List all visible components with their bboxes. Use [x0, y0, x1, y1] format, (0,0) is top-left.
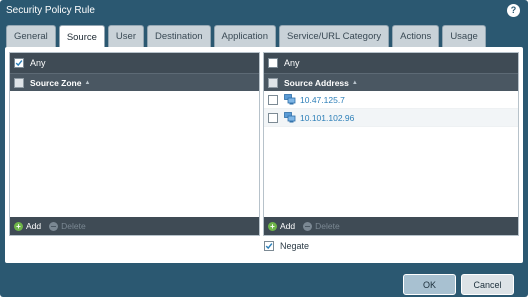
title-bar: Security Policy Rule ? [0, 0, 528, 22]
negate-label: Negate [280, 241, 310, 251]
address-object-icon [284, 112, 296, 123]
tab-actions[interactable]: Actions [392, 25, 440, 47]
help-icon[interactable]: ? [507, 4, 520, 17]
tab-source[interactable]: Source [58, 25, 105, 48]
tab-application[interactable]: Application [213, 25, 276, 47]
source-address-select-all-checkbox[interactable] [268, 77, 278, 88]
source-address-delete-label: Delete [315, 221, 340, 231]
address-link[interactable]: 10.47.125.7 [300, 95, 345, 105]
security-policy-rule-dialog: Security Policy Rule ? General Source Us… [0, 0, 528, 297]
source-zone-add-label: Add [26, 221, 42, 231]
source-zone-any-label: Any [30, 58, 46, 68]
source-zone-column-header[interactable]: Source Zone ▲ [10, 73, 259, 91]
source-address-any-row: Any [264, 53, 518, 73]
tab-service-url-category[interactable]: Service/URL Category [279, 25, 390, 47]
tab-general[interactable]: General [6, 25, 56, 47]
address-link[interactable]: 10.101.102.96 [300, 113, 354, 123]
source-address-panel: Any Source Address ▲ 10.47.125.7 10.101.… [263, 52, 519, 236]
source-zone-delete-label: Delete [61, 221, 86, 231]
source-zone-select-all-checkbox[interactable] [14, 77, 24, 88]
source-zone-footer: + Add Delete [10, 217, 259, 235]
source-address-delete-button[interactable]: Delete [303, 221, 340, 231]
negate-option: Negate [264, 241, 309, 251]
source-address-any-label: Any [284, 58, 300, 68]
tab-bar: General Source User Destination Applicat… [6, 25, 489, 48]
source-zone-any-row: Any [10, 53, 259, 73]
check-icon [15, 60, 23, 67]
source-address-add-button[interactable]: + Add [268, 221, 295, 231]
ok-button[interactable]: OK [403, 274, 456, 295]
source-zone-column-label: Source Zone [30, 77, 82, 88]
source-zone-delete-button[interactable]: Delete [49, 221, 86, 231]
source-zone-add-button[interactable]: + Add [14, 221, 41, 231]
source-address-any-checkbox[interactable] [268, 58, 278, 68]
tab-destination[interactable]: Destination [146, 25, 211, 47]
table-row[interactable]: 10.47.125.7 [264, 91, 518, 109]
table-row[interactable]: 10.101.102.96 [264, 109, 518, 127]
source-address-column-header[interactable]: Source Address ▲ [264, 73, 518, 91]
tab-usage[interactable]: Usage [442, 25, 486, 47]
source-zone-any-checkbox[interactable] [14, 58, 24, 68]
source-zone-panel: Any Source Zone ▲ + Add Delete [9, 52, 260, 236]
negate-checkbox[interactable] [264, 241, 274, 251]
delete-icon [303, 221, 313, 231]
source-address-column-label: Source Address [284, 77, 349, 88]
cancel-button[interactable]: Cancel [461, 274, 514, 295]
source-address-footer: + Add Delete [264, 217, 518, 235]
check-icon [265, 243, 273, 250]
sort-ascending-icon: ▲ [351, 79, 358, 86]
add-icon: + [268, 221, 277, 231]
tab-user[interactable]: User [107, 25, 144, 47]
sort-ascending-icon: ▲ [84, 79, 91, 86]
delete-icon [49, 221, 59, 231]
tab-content: Any Source Zone ▲ + Add Delete Any Sourc… [5, 47, 523, 263]
dialog-title: Security Policy Rule [6, 5, 95, 16]
row-checkbox[interactable] [268, 94, 278, 105]
add-icon: + [14, 221, 23, 231]
row-checkbox[interactable] [268, 112, 278, 123]
address-object-icon [284, 94, 296, 105]
source-address-add-label: Add [280, 221, 296, 231]
